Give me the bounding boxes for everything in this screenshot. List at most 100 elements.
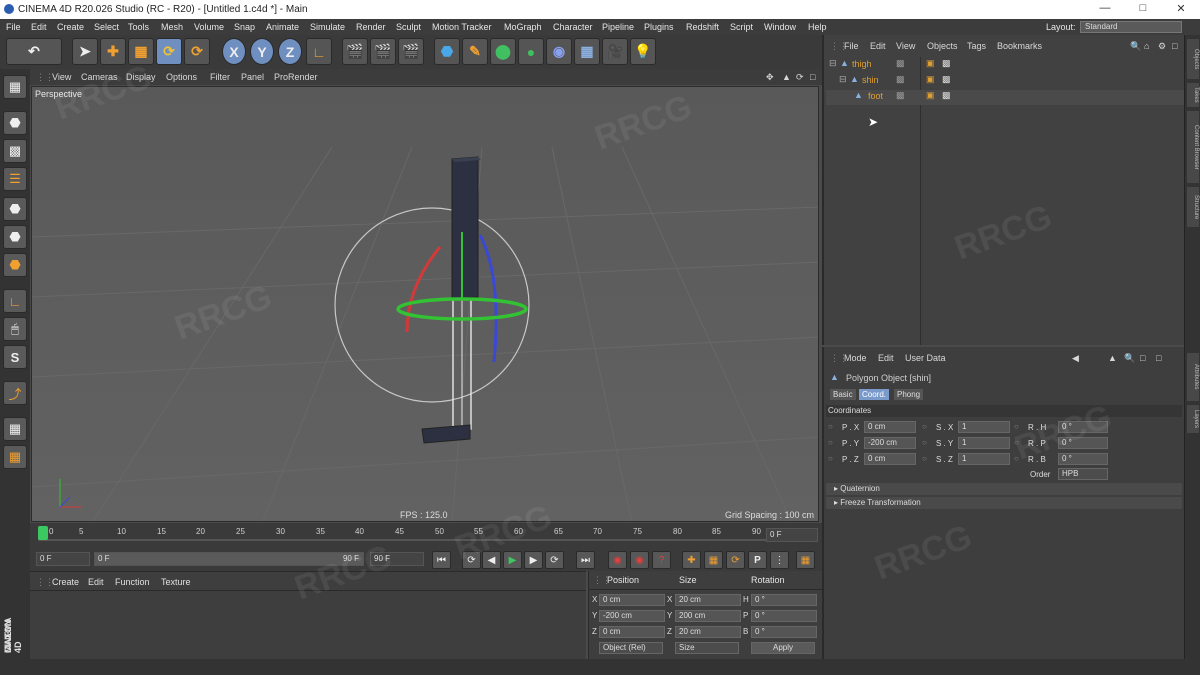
om-new-window-icon[interactable]: □	[1172, 41, 1177, 51]
attr-pos-x-field[interactable]: 0 cm	[864, 421, 916, 433]
solo-mode-icon[interactable]: S	[3, 345, 27, 369]
anim-keyframe-icon[interactable]: ○	[828, 422, 833, 431]
quaternion-section[interactable]: ▸ Quaternion	[826, 483, 1182, 495]
points-mode-icon[interactable]: ⬣	[3, 197, 27, 221]
side-tab-layers[interactable]: Layers	[1187, 405, 1199, 433]
texture-mode-icon[interactable]: ▩	[3, 139, 27, 163]
coord-pos-y-field[interactable]: -200 cm	[599, 610, 665, 622]
anim-keyframe-icon[interactable]: ○	[922, 422, 927, 431]
side-tab-content-browser[interactable]: Content Browser	[1187, 111, 1199, 183]
layout-select[interactable]: Standard	[1080, 21, 1182, 33]
anim-keyframe-icon[interactable]: ○	[1014, 422, 1019, 431]
vp-menu-options[interactable]: Options	[166, 72, 197, 82]
expand-icon[interactable]: ⊟	[839, 74, 847, 85]
coord-size-z-field[interactable]: 20 cm	[675, 626, 741, 638]
subdivision-surface-icon[interactable]: ⬤	[490, 38, 516, 65]
key-scale-icon[interactable]: ▦	[704, 551, 723, 569]
vp-menu-panel[interactable]: Panel	[241, 72, 264, 82]
rotation-order-select[interactable]: HPB	[1058, 468, 1108, 480]
workplane-lock-icon[interactable]: ▦	[3, 417, 27, 441]
tag-icon[interactable]: ▣	[926, 90, 935, 101]
am-new-window-icon[interactable]: □	[1156, 353, 1161, 363]
start-frame-field[interactable]: 0 F	[36, 552, 90, 566]
current-frame-field[interactable]: 0 F	[766, 528, 818, 542]
mat-menu-texture[interactable]: Texture	[161, 577, 191, 587]
am-search-icon[interactable]: 🔍	[1124, 353, 1135, 364]
checker-tag-icon[interactable]: ▩	[942, 74, 951, 85]
apply-button[interactable]: Apply	[751, 642, 815, 654]
freeze-transformation-section[interactable]: ▸ Freeze Transformation	[826, 497, 1182, 509]
go-to-end-icon[interactable]: ⏭	[576, 551, 595, 569]
om-menu-tags[interactable]: Tags	[967, 41, 986, 51]
visibility-icon[interactable]: ▩	[896, 58, 905, 69]
attr-scale-y-field[interactable]: 1	[958, 437, 1010, 449]
am-up-icon[interactable]: ▲	[1108, 353, 1117, 363]
attr-scale-z-field[interactable]: 1	[958, 453, 1010, 465]
axis-mode-icon[interactable]: ∟	[3, 289, 27, 313]
axis-z-lock-button[interactable]: Z	[278, 38, 302, 65]
expand-icon[interactable]: ⊟	[829, 58, 837, 69]
object-name[interactable]: shin	[862, 75, 879, 85]
tag-icon[interactable]: ▣	[926, 74, 935, 85]
menu-help[interactable]: Help	[808, 22, 827, 32]
play-icon[interactable]: ▶	[503, 551, 522, 569]
vp-menu-prorender[interactable]: ProRender	[274, 72, 318, 82]
menu-sculpt[interactable]: Sculpt	[396, 22, 421, 32]
close-icon[interactable]: ✕	[1166, 2, 1196, 17]
playhead-marker[interactable]	[38, 526, 48, 540]
workplane-mode-icon[interactable]: ☰	[3, 167, 27, 191]
render-picture-viewer-icon[interactable]: 🎬	[370, 38, 396, 65]
checker-tag-icon[interactable]: ▩	[942, 58, 951, 69]
coord-pos-z-field[interactable]: 0 cm	[599, 626, 665, 638]
om-menu-objects[interactable]: Objects	[927, 41, 958, 51]
coord-size-y-field[interactable]: 200 cm	[675, 610, 741, 622]
object-name[interactable]: thigh	[852, 59, 872, 69]
viewport-zoom-icon[interactable]: ▲	[782, 72, 791, 82]
vp-menu-cameras[interactable]: Cameras	[81, 72, 118, 82]
coord-rot-b-field[interactable]: 0 °	[751, 626, 817, 638]
mat-menu-create[interactable]: Create	[52, 577, 79, 587]
side-tab-objects[interactable]: Objects	[1187, 39, 1199, 79]
move-tool-icon[interactable]: ✚	[100, 38, 126, 65]
mat-menu-function[interactable]: Function	[115, 577, 150, 587]
camera-icon[interactable]: 🎥	[602, 38, 628, 65]
coord-size-x-field[interactable]: 20 cm	[675, 594, 741, 606]
object-name[interactable]: foot	[868, 91, 883, 101]
autokey-icon[interactable]: ◉	[630, 551, 649, 569]
menu-tools[interactable]: Tools	[128, 22, 149, 32]
model-mode-icon[interactable]: ⬣	[3, 111, 27, 135]
menu-create[interactable]: Create	[57, 22, 84, 32]
attr-rot-b-field[interactable]: 0 °	[1058, 453, 1108, 465]
vp-menu-view[interactable]: View	[52, 72, 71, 82]
side-tab-takes[interactable]: Takes	[1187, 83, 1199, 107]
viewport-move-icon[interactable]: ✥	[766, 72, 774, 83]
menu-animate[interactable]: Animate	[266, 22, 299, 32]
key-pla-icon[interactable]: ⋮	[770, 551, 789, 569]
cube-object-icon[interactable]: ⬣	[434, 38, 460, 65]
scale-tool-icon[interactable]: ▦	[128, 38, 154, 65]
anim-keyframe-icon[interactable]: ○	[922, 438, 927, 447]
attr-pos-z-field[interactable]: 0 cm	[864, 453, 916, 465]
coord-rot-p-field[interactable]: 0 °	[751, 610, 817, 622]
coord-pos-x-field[interactable]: 0 cm	[599, 594, 665, 606]
om-menu-bookmarks[interactable]: Bookmarks	[997, 41, 1042, 51]
am-menu-user-data[interactable]: User Data	[905, 353, 946, 363]
make-editable-icon[interactable]: ▦	[3, 75, 27, 99]
tag-icon[interactable]: ▣	[926, 58, 935, 69]
record-icon[interactable]: ◉	[608, 551, 627, 569]
object-row[interactable]: ⊟ ▲ thigh ▩ ▣ ▩	[826, 58, 1184, 73]
tab-basic[interactable]: Basic	[830, 389, 856, 400]
previous-frame-icon[interactable]: ◀	[482, 551, 501, 569]
go-to-start-icon[interactable]: ⏮	[432, 551, 451, 569]
anim-keyframe-icon[interactable]: ○	[922, 454, 927, 463]
side-tab-structure[interactable]: Structure	[1187, 187, 1199, 227]
coord-size-mode-select[interactable]: Size	[675, 642, 739, 654]
om-settings-icon[interactable]: ⚙	[1158, 41, 1166, 52]
om-home-icon[interactable]: ⌂	[1144, 41, 1149, 51]
menu-motion-tracker[interactable]: Motion Tracker	[432, 22, 492, 32]
om-menu-edit[interactable]: Edit	[870, 41, 886, 51]
menu-pipeline[interactable]: Pipeline	[602, 22, 634, 32]
deformer-icon[interactable]: ◉	[546, 38, 572, 65]
live-selection-icon[interactable]: ➤	[72, 38, 98, 65]
menu-redshift[interactable]: Redshift	[686, 22, 719, 32]
